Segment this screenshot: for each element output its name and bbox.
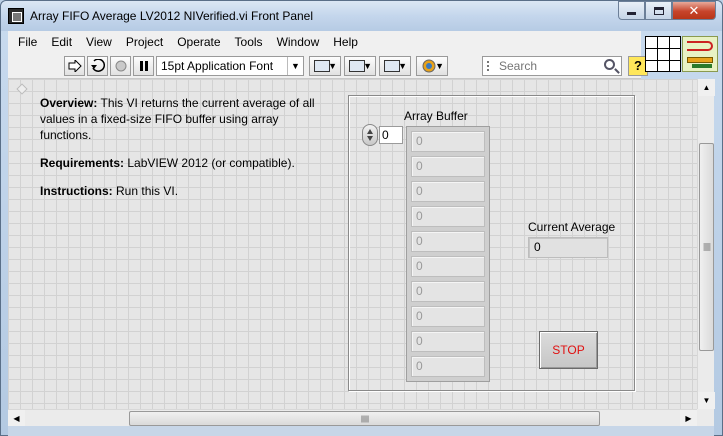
window-bottom-border — [8, 426, 714, 436]
menu-project[interactable]: Project — [119, 31, 170, 53]
chevron-down-icon: ▼ — [287, 57, 303, 75]
current-average-indicator: 0 — [528, 237, 608, 258]
buffer-icon — [687, 57, 713, 63]
scroll-down-button[interactable]: ▼ — [698, 392, 715, 409]
decrement-icon[interactable] — [367, 136, 373, 141]
close-icon: ✕ — [688, 2, 700, 18]
array-element: 0 — [411, 231, 485, 252]
run-continuously-icon — [90, 59, 105, 72]
menu-help[interactable]: Help — [326, 31, 365, 53]
scroll-left-button[interactable]: ◀ — [8, 410, 25, 427]
requirements-text: Requirements: LabVIEW 2012 (or compatibl… — [40, 156, 295, 170]
window-controls: ✕ — [618, 1, 716, 20]
index-spinner[interactable] — [362, 124, 378, 146]
reorder-button[interactable]: ▼ — [416, 56, 448, 76]
minimize-button[interactable] — [618, 1, 645, 20]
menu-tools[interactable]: Tools — [228, 31, 270, 53]
array-element: 0 — [411, 306, 485, 327]
pause-button[interactable] — [133, 56, 154, 76]
abort-button[interactable] — [110, 56, 131, 76]
search-grip-icon — [487, 61, 495, 71]
origin-marker — [16, 83, 28, 95]
array-element: 0 — [411, 256, 485, 277]
distribute-objects-icon — [349, 60, 365, 72]
horizontal-scroll-thumb[interactable] — [129, 411, 600, 426]
grip-icon — [703, 243, 710, 251]
maximize-button[interactable] — [645, 1, 672, 20]
menu-file[interactable]: File — [11, 31, 44, 53]
array-element: 0 — [411, 206, 485, 227]
font-selector-value: 15pt Application Font — [161, 59, 274, 73]
array-index-control[interactable]: 0 — [362, 124, 408, 146]
pause-icon — [139, 61, 148, 71]
align-objects-icon — [314, 60, 330, 72]
menu-edit[interactable]: Edit — [44, 31, 79, 53]
array-element: 0 — [411, 356, 485, 377]
index-value[interactable]: 0 — [379, 126, 403, 144]
minimize-icon — [627, 12, 636, 15]
front-panel[interactable]: Overview: This VI returns the current av… — [8, 79, 697, 409]
close-button[interactable]: ✕ — [672, 1, 716, 20]
menu-operate[interactable]: Operate — [170, 31, 227, 53]
current-average-label: Current Average — [528, 220, 616, 234]
window-title: Array FIFO Average LV2012 NIVerified.vi … — [30, 9, 314, 23]
array-buffer: 0 0 0 0 0 0 0 0 0 0 — [406, 126, 490, 382]
menu-window[interactable]: Window — [270, 31, 327, 53]
array-element: 0 — [411, 281, 485, 302]
align-objects-button[interactable]: ▼ — [309, 56, 341, 76]
vertical-scrollbar[interactable]: ▲ ▼ — [697, 79, 715, 409]
toolbar: 15pt Application Font ▼ ▼ ▼ ▼ ▼ ? — [8, 53, 648, 79]
search-input[interactable] — [497, 58, 597, 74]
array-element: 0 — [411, 181, 485, 202]
maximize-icon — [653, 6, 664, 15]
font-selector[interactable]: 15pt Application Font ▼ — [156, 56, 304, 76]
search-box[interactable] — [482, 56, 622, 76]
labview-window: Array FIFO Average LV2012 NIVerified.vi … — [0, 0, 723, 436]
grip-icon — [361, 415, 368, 422]
vertical-scroll-thumb[interactable] — [699, 143, 714, 351]
array-element: 0 — [411, 131, 485, 152]
array-element: 0 — [411, 331, 485, 352]
menu-view[interactable]: View — [79, 31, 119, 53]
labview-app-icon — [8, 8, 24, 24]
scrollbar-corner — [697, 409, 714, 426]
description-label: Overview: This VI returns the current av… — [40, 95, 330, 211]
fifo-arrow-icon — [687, 41, 713, 51]
increment-icon[interactable] — [367, 129, 373, 134]
reorder-icon — [422, 59, 436, 73]
title-bar[interactable]: Array FIFO Average LV2012 NIVerified.vi … — [1, 1, 722, 31]
overview-text: Overview: This VI returns the current av… — [40, 96, 315, 142]
scroll-up-button[interactable]: ▲ — [698, 79, 715, 96]
resize-objects-icon — [384, 60, 400, 72]
output-icon — [692, 64, 712, 68]
run-button[interactable] — [64, 56, 85, 76]
run-continuously-button[interactable] — [87, 56, 108, 76]
run-arrow-icon — [68, 60, 82, 72]
horizontal-scrollbar[interactable]: ◀ ▶ — [8, 409, 697, 427]
vi-icon[interactable] — [682, 36, 718, 72]
abort-icon — [115, 60, 126, 72]
distribute-objects-button[interactable]: ▼ — [344, 56, 376, 76]
resize-objects-button[interactable]: ▼ — [379, 56, 411, 76]
scroll-right-button[interactable]: ▶ — [680, 410, 697, 427]
instructions-text: Instructions: Run this VI. — [40, 184, 179, 198]
menu-bar: File Edit View Project Operate Tools Win… — [8, 31, 641, 53]
connector-pane[interactable] — [645, 36, 681, 72]
array-element: 0 — [411, 156, 485, 177]
search-icon[interactable] — [604, 59, 615, 70]
array-buffer-label: Array Buffer — [404, 109, 468, 123]
stop-button[interactable]: STOP — [539, 331, 598, 369]
